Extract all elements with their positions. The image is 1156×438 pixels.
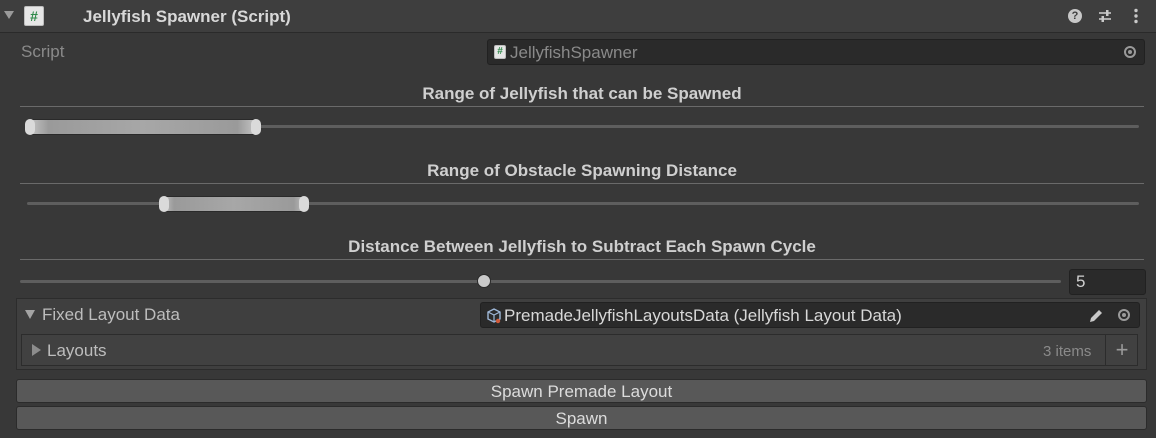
add-item-icon[interactable]: + <box>1110 336 1134 364</box>
spawn-button[interactable]: Spawn <box>16 406 1147 430</box>
component-title: Jellyfish Spawner (Script) <box>83 7 291 26</box>
fixed-layout-foldout-icon[interactable] <box>25 310 35 319</box>
script-file-icon: # <box>494 45 506 59</box>
minmax-slider-range-bar[interactable] <box>25 119 261 135</box>
foldout-arrow-icon[interactable] <box>4 11 14 19</box>
minmax-slider-min-handle[interactable] <box>159 196 169 212</box>
layouts-foldout-icon[interactable] <box>32 344 41 356</box>
layouts-list-header[interactable] <box>21 334 1138 366</box>
script-icon: # <box>24 6 44 26</box>
slider-knob[interactable] <box>477 274 491 288</box>
section-divider <box>20 259 1144 260</box>
slider-track[interactable] <box>20 280 1061 283</box>
kebab-menu-icon[interactable] <box>1128 8 1144 24</box>
minmax-slider-range-bar[interactable] <box>159 196 309 212</box>
section-title-jellyfish-range: Range of Jellyfish that can be Spawned <box>422 84 742 103</box>
script-label: Script <box>21 42 65 61</box>
list-divider <box>1105 334 1106 366</box>
object-picker-icon[interactable] <box>1118 309 1130 321</box>
fixed-layout-value: PremadeJellyfishLayoutsData (Jellyfish L… <box>504 306 902 325</box>
layouts-label: Layouts <box>47 341 107 360</box>
section-divider <box>20 106 1144 107</box>
spawn-premade-layout-button[interactable]: Spawn Premade Layout <box>16 379 1147 403</box>
script-object-field: # JellyfishSpawner <box>487 39 1145 65</box>
fixed-layout-object-field[interactable]: PremadeJellyfishLayoutsData (Jellyfish L… <box>480 302 1140 328</box>
section-title-subtract-distance: Distance Between Jellyfish to Subtract E… <box>348 237 816 256</box>
fixed-layout-label: Fixed Layout Data <box>42 305 180 324</box>
edit-pencil-icon[interactable] <box>1087 307 1105 325</box>
presets-sliders-icon[interactable] <box>1097 8 1113 24</box>
minmax-slider-max-handle[interactable] <box>251 119 261 135</box>
script-value: JellyfishSpawner <box>510 43 638 62</box>
section-divider <box>20 183 1144 184</box>
layouts-count: 3 items <box>1043 343 1092 360</box>
minmax-slider-min-handle[interactable] <box>25 119 35 135</box>
distance-value-field[interactable]: 5 <box>1069 269 1146 295</box>
minmax-slider-max-handle[interactable] <box>299 196 309 212</box>
scriptable-object-icon <box>487 308 501 324</box>
help-icon[interactable]: ? <box>1068 9 1082 23</box>
object-picker-icon[interactable] <box>1124 46 1136 58</box>
section-title-obstacle-distance: Range of Obstacle Spawning Distance <box>427 161 737 180</box>
